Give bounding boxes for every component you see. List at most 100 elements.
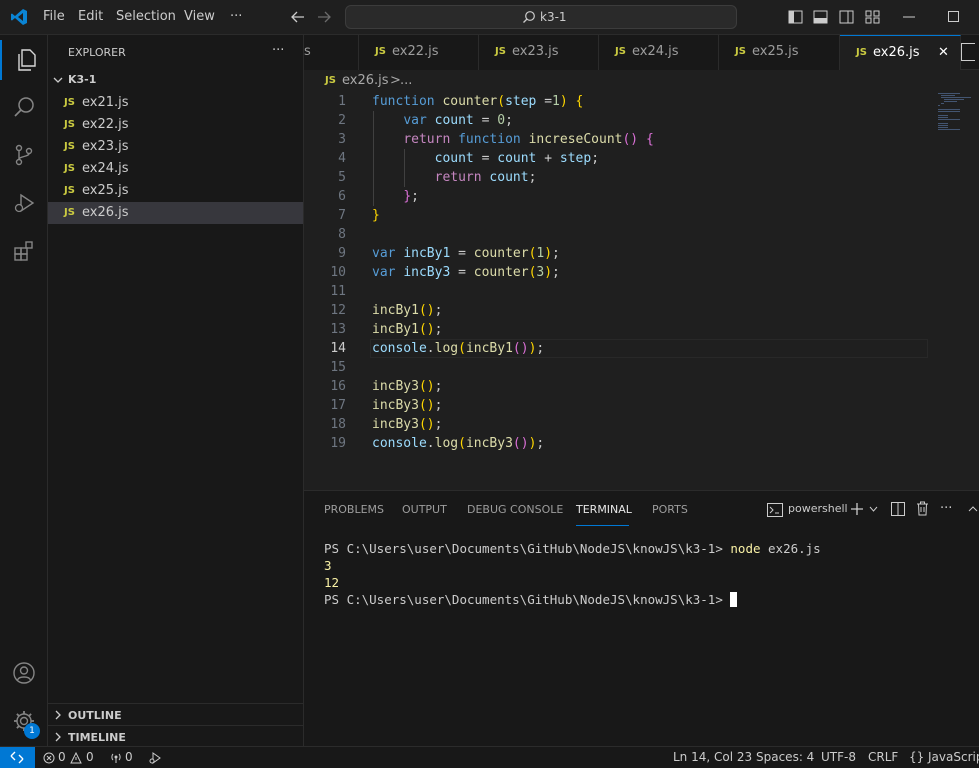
explorer-more-button[interactable]: ··· (272, 43, 284, 58)
js-file-icon: JS (375, 46, 386, 57)
language-mode[interactable]: JavaScript (928, 750, 979, 764)
panel-tab-problems[interactable]: PROBLEMS (324, 503, 384, 516)
bottom-panel: PROBLEMS OUTPUT DEBUG CONSOLE TERMINAL P… (304, 490, 979, 746)
menu-view[interactable]: View (184, 9, 215, 24)
code-editor[interactable]: 1 2 3 4 5 6 7 8 9 10 11 12 13 14 15 16 1… (304, 92, 979, 490)
cursor-position[interactable]: Ln 14, Col 23 (673, 750, 752, 764)
file-name: ex26.js (82, 205, 129, 220)
minimap-line (938, 111, 960, 112)
braces-icon[interactable]: {} (909, 750, 924, 764)
panel-tab-debug-console[interactable]: DEBUG CONSOLE (467, 503, 563, 516)
file-ex25[interactable]: JS ex25.js (48, 180, 303, 202)
debug-run-icon[interactable] (148, 752, 162, 764)
terminal-command: node (730, 541, 761, 556)
code-line: return count; (434, 170, 537, 185)
warning-icon[interactable] (70, 752, 82, 764)
split-terminal-icon[interactable] (891, 502, 905, 516)
line-number: 17 (330, 398, 346, 413)
menu-file[interactable]: File (43, 9, 65, 24)
minimap[interactable] (936, 92, 979, 152)
remote-indicator[interactable] (0, 747, 35, 768)
code-line: console.log(incBy1()); (372, 341, 545, 356)
broadcast-icon[interactable] (109, 752, 123, 764)
encoding[interactable]: UTF-8 (821, 750, 856, 764)
js-file-icon: JS (64, 119, 75, 130)
activity-run-debug[interactable] (0, 183, 48, 223)
end-of-line[interactable]: CRLF (868, 750, 898, 764)
tab-label: ex24.js (632, 44, 679, 59)
menu-more[interactable]: ··· (230, 9, 242, 24)
file-ex22[interactable]: JS ex22.js (48, 114, 303, 136)
error-count[interactable]: 0 (58, 750, 66, 764)
outline-section[interactable]: OUTLINE (48, 703, 303, 725)
terminal-line: PS C:\Users\user\Documents\GitHub\NodeJS… (324, 541, 821, 556)
breadcrumb-symbols[interactable]: ... (400, 73, 412, 88)
activity-explorer[interactable] (0, 40, 48, 80)
warning-count[interactable]: 0 (86, 750, 94, 764)
code-line: count = count + step; (434, 151, 600, 166)
breadcrumb-file[interactable]: ex26.js (342, 73, 389, 88)
account-icon (13, 662, 35, 684)
tab-ex24[interactable]: JS ex24.js (599, 35, 719, 70)
tab-ex23[interactable]: JS ex23.js (479, 35, 599, 70)
remote-icon (10, 751, 24, 764)
editor-tabs: s JS ex22.js JS ex23.js JS ex24.js JS ex… (304, 35, 979, 70)
activity-manage[interactable]: 1 (0, 701, 48, 741)
tab-partial[interactable]: s (304, 35, 359, 70)
activity-extensions[interactable] (0, 231, 48, 271)
folder-k3-1[interactable]: K3-1 (68, 73, 96, 86)
ports-count[interactable]: 0 (125, 750, 133, 764)
line-number: 16 (330, 379, 346, 394)
toggle-panel-icon[interactable] (813, 10, 828, 24)
toggle-primary-sidebar-icon[interactable] (788, 10, 803, 24)
terminal-line[interactable]: PS C:\Users\user\Documents\GitHub\NodeJS… (324, 592, 738, 607)
file-name: ex25.js (82, 183, 129, 198)
tab-close-button[interactable]: ✕ (938, 45, 949, 60)
menu-selection[interactable]: Selection (116, 9, 176, 24)
tab-label: ex26.js (873, 45, 920, 60)
maximize-panel-icon[interactable] (968, 505, 978, 512)
tab-ex26[interactable]: JS ex26.js ✕ (840, 35, 961, 70)
chevron-down-icon[interactable] (869, 506, 878, 512)
maximize-icon[interactable] (948, 11, 959, 22)
activity-search[interactable] (0, 87, 48, 127)
trash-icon[interactable] (916, 501, 929, 516)
code-line: incBy3(); (372, 398, 443, 413)
arrow-left-icon[interactable] (290, 10, 306, 24)
line-number: 5 (338, 170, 346, 185)
activity-source-control[interactable] (0, 135, 48, 175)
code-line: incBy1(); (372, 303, 443, 318)
terminal-shell-name[interactable]: powershell (788, 502, 848, 515)
tab-ex22[interactable]: JS ex22.js (359, 35, 479, 70)
arrow-right-icon[interactable] (316, 10, 332, 24)
timeline-section[interactable]: TIMELINE (48, 725, 303, 747)
search-text: k3-1 (540, 10, 567, 24)
error-icon[interactable] (43, 752, 55, 764)
plus-icon[interactable] (850, 502, 864, 516)
panel-tab-output[interactable]: OUTPUT (402, 503, 447, 516)
terminal-line: 12 (324, 575, 339, 590)
chevron-down-icon[interactable] (53, 76, 63, 84)
panel-tab-terminal[interactable]: TERMINAL (576, 503, 632, 516)
panel-more-button[interactable]: ··· (940, 501, 952, 516)
menu-edit[interactable]: Edit (78, 9, 103, 24)
line-number: 19 (330, 436, 346, 451)
files-icon (18, 49, 36, 71)
js-file-icon: JS (64, 207, 75, 218)
toggle-secondary-sidebar-icon[interactable] (839, 10, 854, 24)
minimize-icon[interactable] (903, 16, 915, 18)
file-name: ex24.js (82, 161, 129, 176)
file-ex21[interactable]: JS ex21.js (48, 92, 303, 114)
tab-ex25[interactable]: JS ex25.js (719, 35, 840, 70)
customize-layout-icon[interactable] (865, 10, 880, 24)
file-ex24[interactable]: JS ex24.js (48, 158, 303, 180)
code-line: }; (403, 189, 419, 204)
indentation[interactable]: Spaces: 4 (756, 750, 814, 764)
terminal-prompt: PS C:\Users\user\Documents\GitHub\NodeJS… (324, 592, 723, 607)
panel-tab-ports[interactable]: PORTS (652, 503, 688, 516)
code-line: var count = 0; (403, 113, 513, 128)
file-ex23[interactable]: JS ex23.js (48, 136, 303, 158)
activity-accounts[interactable] (0, 653, 48, 693)
file-ex26[interactable]: JS ex26.js (48, 202, 303, 224)
command-center-search[interactable]: k3-1 (345, 5, 737, 29)
